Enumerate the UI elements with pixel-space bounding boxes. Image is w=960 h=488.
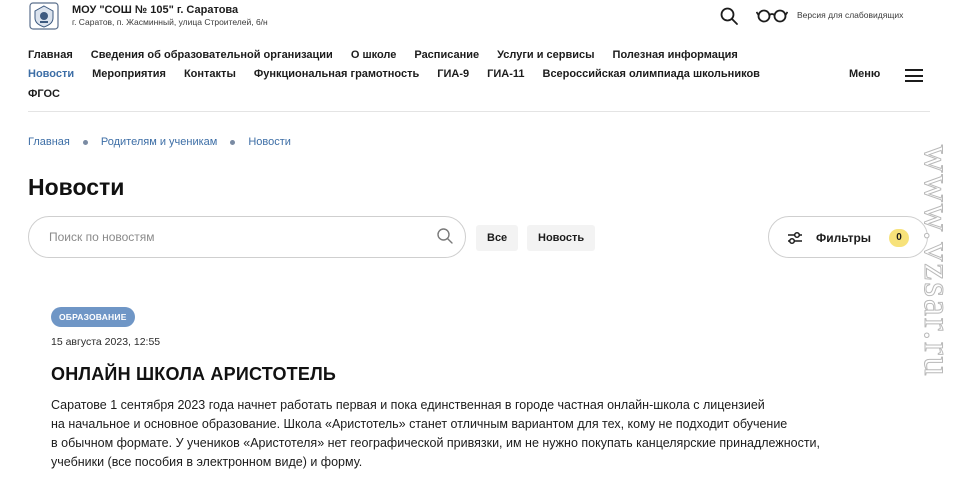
menu-button-label[interactable]: Меню [849,68,880,80]
article-date: 15 августа 2023, 12:55 [51,336,161,348]
nav-row-3: ФГОС [28,88,78,100]
article-body-line: на начальное и основное образование. Шко… [51,417,788,431]
article-body: Саратове 1 сентября 2023 года начнет раб… [51,396,911,472]
nav-item-home[interactable]: Главная [28,49,73,61]
filters-label: Фильтры [816,231,872,245]
filters-button[interactable]: Фильтры 0 [768,216,928,258]
search-icon[interactable] [436,227,454,245]
filter-chip-all[interactable]: Все [476,225,519,251]
sliders-icon [788,231,802,245]
article-title[interactable]: ОНЛАЙН ШКОЛА АРИСТОТЕЛЬ [51,364,336,385]
article-body-line: учебники (все пособия в электронном виде… [51,455,363,469]
nav-item-services[interactable]: Услуги и сервисы [497,49,594,61]
nav-item-org-info[interactable]: Сведения об образовательной организации [91,49,333,61]
breadcrumb-separator [230,139,236,145]
filter-chip-news[interactable]: Новость [527,225,596,251]
article-body-line: Саратове 1 сентября 2023 года начнет раб… [51,398,765,412]
low-vision-version-link[interactable]: Версия для слабовидящих [797,10,903,20]
filters-count-badge: 0 [889,229,909,247]
article-body-line: в обычном формате. У учеников «Аристотел… [51,436,821,450]
breadcrumb-news[interactable]: Новости [248,136,291,148]
nav-item-functional-literacy[interactable]: Функциональная грамотность [254,68,419,80]
nav-item-contacts[interactable]: Контакты [184,68,236,80]
news-search-box[interactable] [28,216,466,258]
nav-item-news[interactable]: Новости [28,68,74,80]
glasses-icon[interactable] [756,7,788,23]
burger-menu-icon[interactable] [905,69,923,82]
nav-row-2: Новости Мероприятия Контакты Функциональ… [28,68,778,80]
nav-item-gia-11[interactable]: ГИА-11 [487,68,524,80]
school-name[interactable]: МОУ "СОШ № 105" г. Саратова [72,4,238,16]
breadcrumb-home[interactable]: Главная [28,136,70,148]
breadcrumb: Главная Родителям и ученикам Новости [28,136,291,148]
page-title: Новости [28,174,125,200]
nav-item-events[interactable]: Мероприятия [92,68,166,80]
nav-row-1: Главная Сведения об образовательной орга… [28,49,756,61]
nav-item-olympiad[interactable]: Всероссийская олимпиада школьников [543,68,760,80]
search-icon[interactable] [719,6,739,26]
breadcrumb-separator [82,139,88,145]
school-emblem-icon[interactable] [29,2,59,30]
school-address: г. Саратов, п. Жасминный, улица Строител… [72,17,268,27]
nav-item-useful-info[interactable]: Полезная информация [613,49,738,61]
nav-item-about[interactable]: О школе [351,49,397,61]
site-watermark: www.vzsar.ru [914,145,960,475]
nav-divider [28,111,930,112]
nav-item-schedule[interactable]: Расписание [414,49,479,61]
news-search-input[interactable] [49,228,419,246]
nav-item-fgos[interactable]: ФГОС [28,88,60,100]
watermark-text: www.vzsar.ru [916,145,959,379]
nav-item-gia-9[interactable]: ГИА-9 [437,68,469,80]
article-category-tag[interactable]: ОБРАЗОВАНИЕ [51,307,135,327]
breadcrumb-parents-students[interactable]: Родителям и ученикам [101,136,217,148]
site-header: МОУ "СОШ № 105" г. Саратова г. Саратов, … [0,0,960,32]
